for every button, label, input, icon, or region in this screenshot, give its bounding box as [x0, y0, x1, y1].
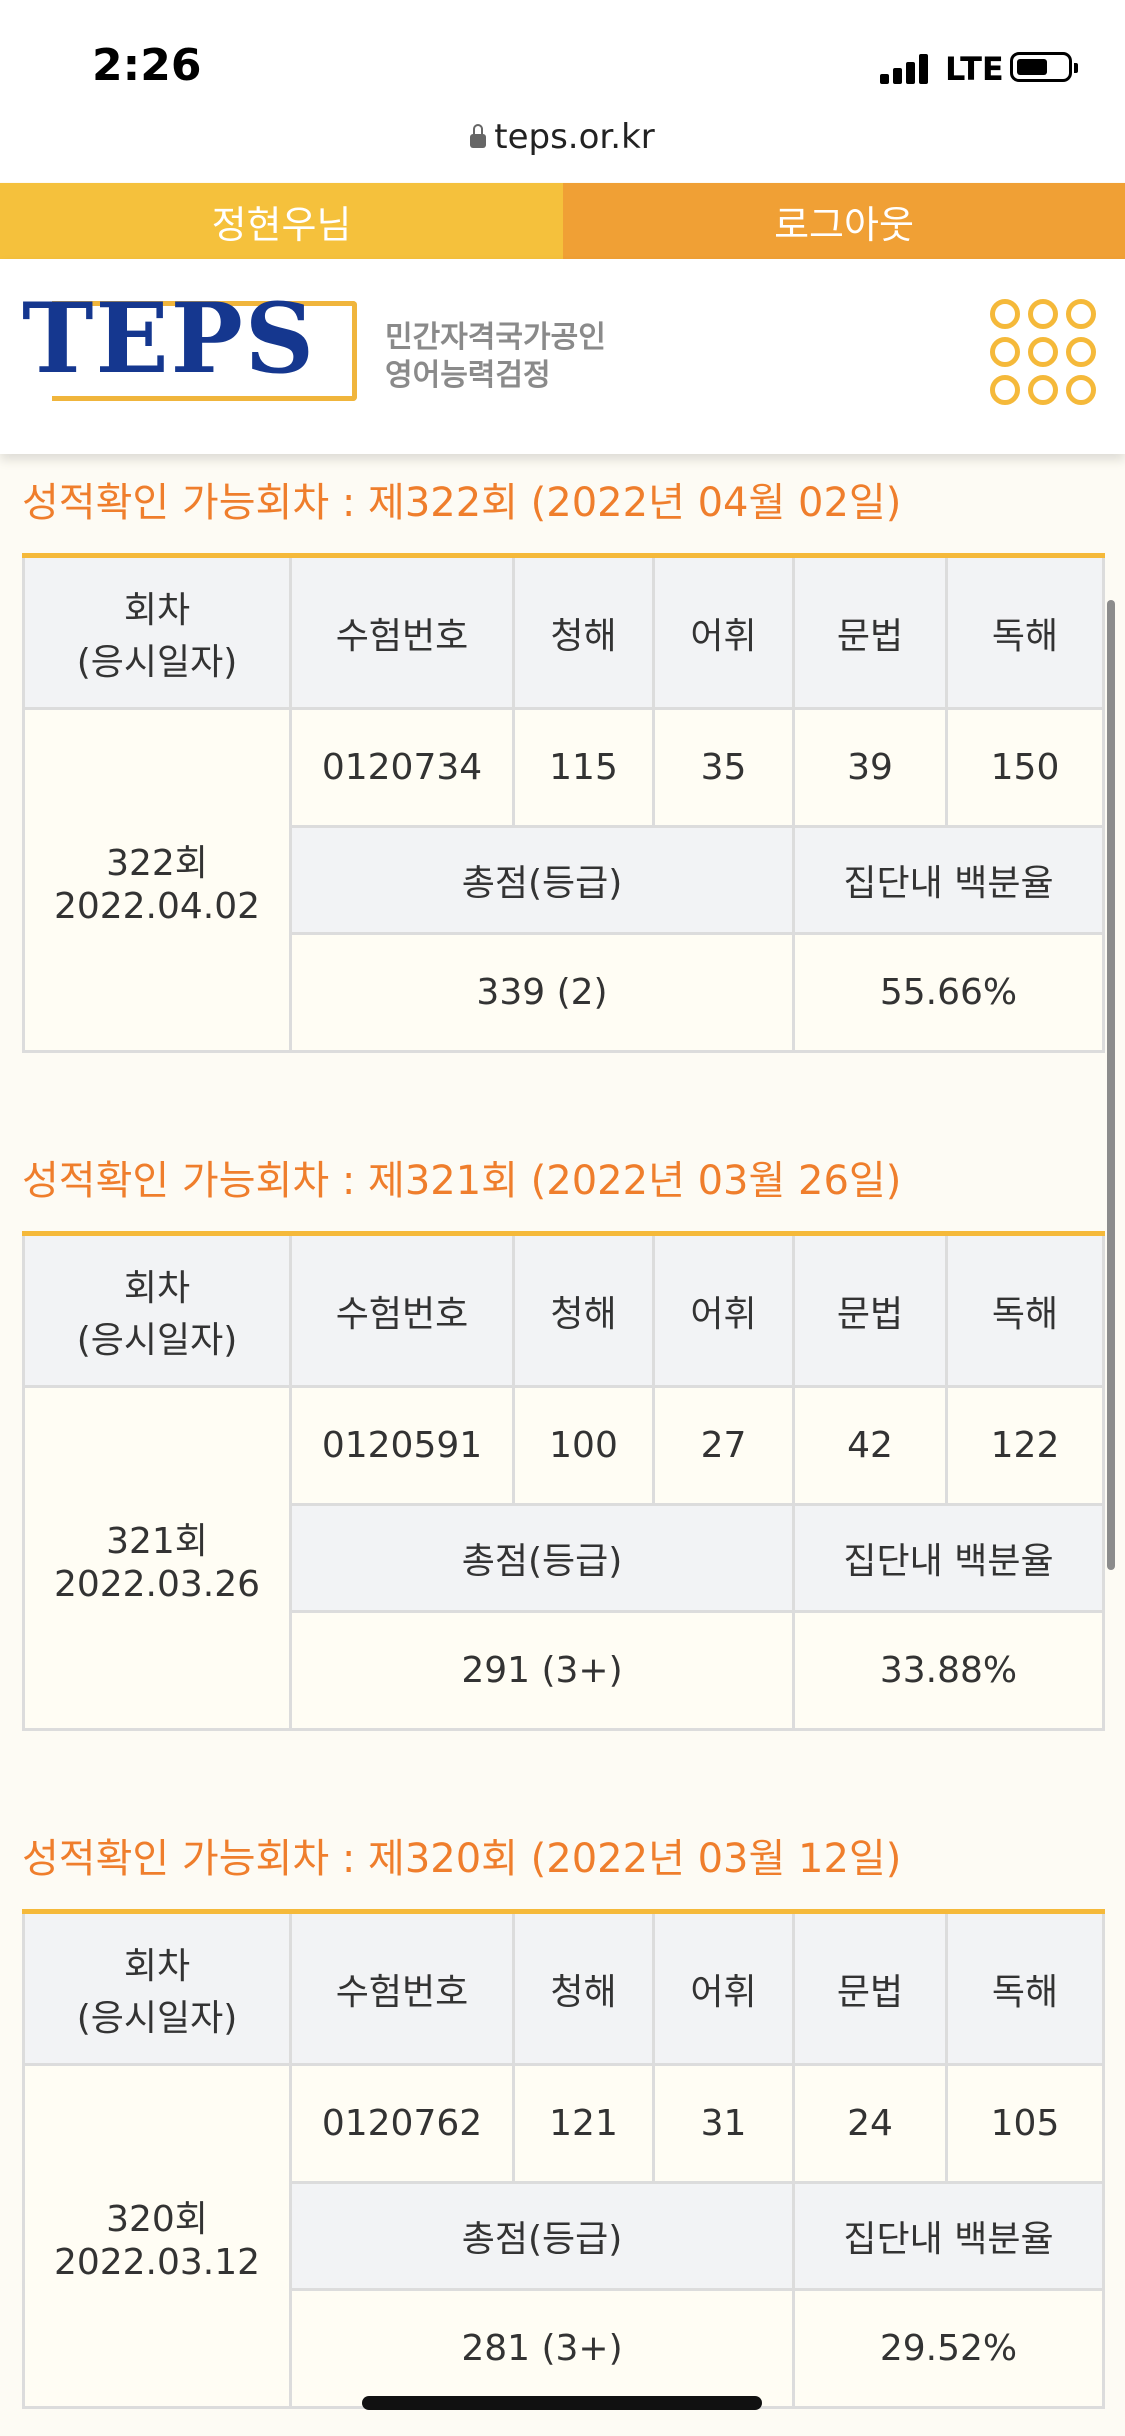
teps-logo[interactable]: TEPS — [22, 282, 362, 401]
status-bar: 2:26 LTE — [0, 0, 1125, 120]
total-cell: 281 (3+) — [289, 2288, 795, 2409]
percentile-header: 집단내 백분율 — [792, 825, 1105, 935]
total-header: 총점(등급) — [289, 1503, 795, 1613]
lock-icon — [470, 123, 487, 148]
listening-header: 청해 — [512, 1232, 655, 1388]
home-indicator[interactable] — [362, 2396, 762, 2410]
total-header: 총점(등급) — [289, 825, 795, 935]
total-cell: 339 (2) — [289, 932, 795, 1053]
listening-header: 청해 — [512, 1910, 655, 2066]
logo-text: TEPS — [22, 282, 317, 395]
exam-number-cell: 0120762 — [289, 2063, 515, 2184]
grammar-header: 문법 — [792, 554, 948, 710]
exam-number-header: 수험번호 — [289, 554, 515, 710]
exam-number-header: 수험번호 — [289, 1910, 515, 2066]
logout-button[interactable]: 로그아웃 — [563, 183, 1125, 259]
round-cell: 320회 2022.03.12 — [22, 2063, 292, 2409]
total-header: 총점(등급) — [289, 2181, 795, 2291]
reading-header: 독해 — [945, 1910, 1105, 2066]
grammar-header: 문법 — [792, 1232, 948, 1388]
top-nav: 정현우님 로그아웃 — [0, 183, 1125, 259]
vocabulary-cell: 35 — [652, 707, 795, 828]
percentile-cell: 29.52% — [792, 2288, 1105, 2409]
exam-number-header: 수험번호 — [289, 1232, 515, 1388]
round-cell: 321회 2022.03.26 — [22, 1385, 292, 1731]
url-bar[interactable]: teps.or.kr — [0, 112, 1125, 182]
scrollbar[interactable] — [1107, 600, 1115, 1570]
listening-cell: 121 — [512, 2063, 655, 2184]
reading-header: 독해 — [945, 554, 1105, 710]
reading-cell: 105 — [945, 2063, 1105, 2184]
round-cell: 322회 2022.04.02 — [22, 707, 292, 1053]
grammar-header: 문법 — [792, 1910, 948, 2066]
status-time: 2:26 — [92, 40, 202, 91]
vocabulary-cell: 27 — [652, 1385, 795, 1506]
score-table: 회차 (응시일자) 수험번호 청해 어휘 문법 독해 320회 2022.03.12… — [22, 1909, 1105, 2409]
session-title: 성적확인 가능회차 : 제322회 (2022년 04월 02일) — [22, 480, 902, 526]
round-header: 회차 (응시일자) — [22, 1232, 292, 1388]
round-header: 회차 (응시일자) — [22, 1910, 292, 2066]
signal-icon — [880, 54, 936, 84]
reading-cell: 150 — [945, 707, 1105, 828]
total-cell: 291 (3+) — [289, 1610, 795, 1731]
logo-subtitle-line1: 민간자격국가공인 — [385, 320, 606, 355]
listening-cell: 115 — [512, 707, 655, 828]
grammar-cell: 39 — [792, 707, 948, 828]
user-name-button[interactable]: 정현우님 — [0, 183, 563, 259]
percentile-cell: 33.88% — [792, 1610, 1105, 1731]
battery-icon — [1010, 52, 1078, 82]
logo-subtitle-line2: 영어능력검정 — [385, 358, 551, 393]
score-table: 회차 (응시일자) 수험번호 청해 어휘 문법 독해 321회 2022.03.26… — [22, 1231, 1105, 1731]
percentile-header: 집단내 백분율 — [792, 2181, 1105, 2291]
reading-cell: 122 — [945, 1385, 1105, 1506]
listening-header: 청해 — [512, 554, 655, 710]
round-header: 회차 (응시일자) — [22, 554, 292, 710]
percentile-cell: 55.66% — [792, 932, 1105, 1053]
grammar-cell: 24 — [792, 2063, 948, 2184]
vocabulary-header: 어휘 — [652, 554, 795, 710]
session-title: 성적확인 가능회차 : 제321회 (2022년 03월 26일) — [22, 1158, 902, 1204]
reading-header: 독해 — [945, 1232, 1105, 1388]
site-header: TEPS 민간자격국가공인 영어능력검정 — [0, 259, 1125, 454]
network-label: LTE — [945, 50, 1004, 88]
exam-number-cell: 0120591 — [289, 1385, 515, 1506]
vocabulary-header: 어휘 — [652, 1910, 795, 2066]
vocabulary-cell: 31 — [652, 2063, 795, 2184]
vocabulary-header: 어휘 — [652, 1232, 795, 1388]
session-title: 성적확인 가능회차 : 제320회 (2022년 03월 12일) — [22, 1836, 902, 1882]
percentile-header: 집단내 백분율 — [792, 1503, 1105, 1613]
logo-subtitle: 민간자격국가공인 영어능력검정 — [385, 319, 606, 395]
listening-cell: 100 — [512, 1385, 655, 1506]
exam-number-cell: 0120734 — [289, 707, 515, 828]
grammar-cell: 42 — [792, 1385, 948, 1506]
menu-grid-icon[interactable] — [990, 299, 1100, 409]
url-text: teps.or.kr — [494, 117, 655, 157]
score-table: 회차 (응시일자) 수험번호 청해 어휘 문법 독해 322회 2022.04.02… — [22, 553, 1105, 1053]
